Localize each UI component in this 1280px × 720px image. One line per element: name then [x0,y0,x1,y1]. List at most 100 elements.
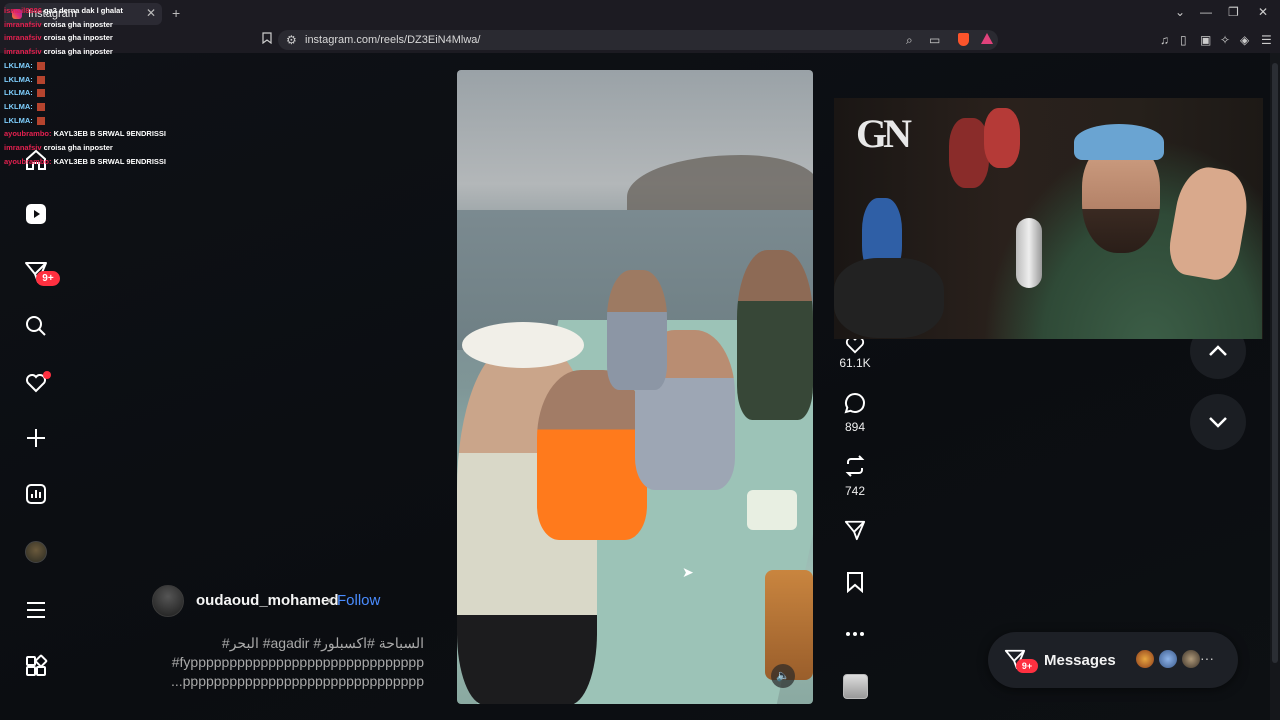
webcam-cap [1074,124,1164,160]
chat-username: LKLMA: [4,60,33,70]
chat-text: ga3 derna dak l ghalat [44,6,123,15]
reel-video[interactable] [457,70,813,704]
chat-message: imranafsiv croisa gha inposter [4,31,184,45]
repost-icon[interactable] [841,452,869,480]
caption-line[interactable]: ...ppppppppppppppppppppppppppppppp [171,673,424,689]
chat-text: croisa gha inposter [43,47,113,57]
stream-chat-overlay: ismail8886 ga3 derna dak l ghalat imranaf… [4,4,184,168]
chat-username: imranafsiv [4,143,42,153]
page-scrollbar[interactable] [1270,53,1280,720]
reposts-count: 742 [844,484,866,498]
chat-emote-icon [36,89,45,98]
author-avatar[interactable] [152,585,184,617]
video-food-plate [765,570,813,680]
chat-username: LKLMA: [4,115,33,125]
chat-text: KAYL3EB B SRWAL 9ENDRISSI [53,129,166,139]
chat-username: LKLMA: [4,88,33,98]
comment-icon[interactable] [841,389,869,417]
chat-message: LKLMA: [4,114,184,128]
leo-ai-icon[interactable]: ✧ [1220,33,1230,47]
messages-badge: 9+ [1016,659,1038,673]
chat-emote-icon [36,75,45,84]
chat-username: ayoubrambo: [4,129,52,139]
sidebar-icon[interactable]: ▯ [1180,33,1187,47]
chat-emote-icon [36,102,45,111]
chat-username: imranafsiv [4,33,42,43]
video-person [607,270,667,390]
chat-message: imranafsiv croisa gha inposter [4,45,184,59]
browser-menu-icon[interactable]: ☰ [1261,33,1272,47]
chat-message: ayoubrambo: KAYL3EB B SRWAL 9ENDRISSI [4,155,184,169]
window-minimize-button[interactable]: — [1200,5,1212,19]
more-options-icon[interactable] [841,620,869,648]
mute-toggle-icon[interactable]: 🔈 [771,664,795,688]
site-settings-icon[interactable]: ⚙ [286,33,297,47]
brave-rewards-icon[interactable] [981,33,993,44]
video-tissue-box [747,490,797,530]
chat-message: LKLMA: [4,86,184,100]
notification-dot [43,371,51,379]
chat-username: imranafsiv [4,47,42,57]
audio-thumbnail[interactable] [843,674,868,699]
apps-icon[interactable] [20,650,52,682]
wallet-icon[interactable]: ▣ [1200,33,1211,47]
scrollbar-thumb[interactable] [1272,63,1278,663]
share-icon[interactable] [841,516,869,544]
caption-line: #fypppppppppppppppppppppppppppppp [171,654,424,670]
streamer-logo: GN [856,111,912,156]
mouse-cursor-icon: ➤ [682,564,694,580]
chat-text: croisa gha inposter [43,19,113,29]
chat-username: ismail8886 [4,6,42,15]
conversation-avatar[interactable] [1157,648,1179,670]
chat-emote-icon [36,116,45,125]
messages-label: Messages [1044,652,1116,669]
webcam-microphone [1016,218,1042,288]
media-icon[interactable]: ♫ [1160,33,1169,47]
comments-count: 894 [844,420,866,434]
separator-dot: • [327,592,332,608]
video-person [537,370,647,540]
chat-username: LKLMA: [4,74,33,84]
cast-icon[interactable]: ▭ [929,33,940,47]
save-bookmark-icon[interactable] [841,568,869,596]
chat-emote-icon [36,61,45,70]
conversation-avatar[interactable] [1134,648,1156,670]
chat-message: ayoubrambo: KAYL3EB B SRWAL 9ENDRISSI [4,127,184,141]
chat-message: ismail8886 ga3 derna dak l ghalat [4,4,184,18]
chat-message: LKLMA: [4,100,184,114]
brave-shield-icon[interactable] [958,33,969,46]
chat-username: ayoubrambo: [4,156,52,166]
chat-message: LKLMA: [4,73,184,87]
video-person [737,250,813,420]
chat-message: LKLMA: [4,59,184,73]
vpn-icon[interactable]: ◈ [1240,33,1249,47]
author-username[interactable]: oudaoud_mohamed [196,592,339,609]
more-menu-icon[interactable] [20,594,52,626]
insights-icon[interactable] [20,478,52,510]
zoom-icon[interactable]: ⌕ [906,33,913,48]
chat-message: imranafsiv croisa gha inposter [4,141,184,155]
conversation-avatar[interactable] [1180,648,1202,670]
streamer-webcam-overlay: GN [834,98,1263,339]
search-icon[interactable] [20,310,52,342]
notification-badge: 9+ [36,271,60,286]
chat-text: croisa gha inposter [43,33,113,43]
window-maximize-button[interactable]: ❐ [1228,5,1239,19]
bookmark-icon[interactable] [262,32,272,47]
chat-text: KAYL3EB B SRWAL 9ENDRISSI [53,156,166,166]
create-plus-icon[interactable] [20,422,52,454]
window-close-button[interactable]: ✕ [1258,5,1268,19]
messages-more-icon[interactable]: ··· [1200,650,1214,666]
profile-avatar[interactable] [25,541,47,563]
url-text: instagram.com/reels/DZ3EiN4Mlwa/ [305,34,481,46]
webcam-desk [834,258,944,338]
chat-text: croisa gha inposter [43,143,113,153]
chat-message: imranafsiv croisa gha inposter [4,18,184,32]
follow-button[interactable]: Follow [337,592,380,609]
reels-icon[interactable] [20,198,52,230]
video-hat [462,322,584,368]
chat-username: LKLMA: [4,101,33,111]
tab-list-dropdown-icon[interactable]: ⌄ [1175,5,1185,19]
next-reel-button[interactable] [1190,394,1246,450]
likes-count: 61.1K [839,356,871,370]
